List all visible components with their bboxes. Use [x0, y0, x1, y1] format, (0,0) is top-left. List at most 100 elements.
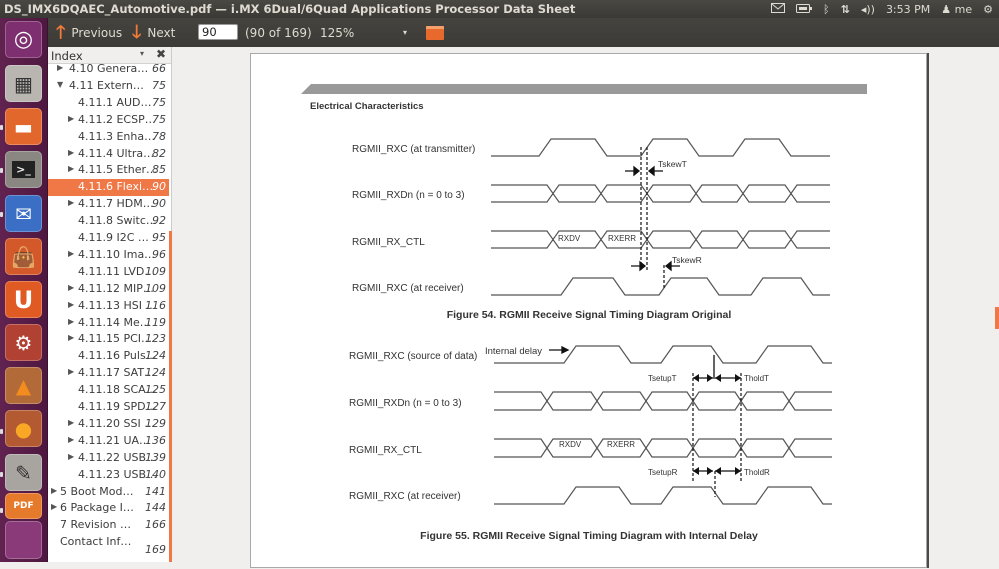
close-icon[interactable]: ✖ [156, 47, 166, 61]
page-count: (90 of 169) [245, 25, 312, 40]
index-item[interactable]: ▶ 4.11.20 SSI … 129 [48, 416, 169, 433]
folder-icon [426, 25, 444, 40]
expander-collapsed-icon[interactable]: ▶ [68, 333, 74, 342]
index-item-label: 4.11.20 SSI … [78, 416, 156, 430]
signal-label: RGMII_RX_CTL [349, 445, 422, 456]
expander-collapsed-icon[interactable]: ▶ [68, 164, 74, 173]
index-item[interactable]: ▶ 4.11.12 MIP… 109 [48, 281, 169, 298]
expander-collapsed-icon[interactable]: ▶ [57, 63, 63, 72]
launcher-ubuntu-one[interactable]: U [5, 281, 42, 318]
speaker-icon[interactable]: ◂)) [861, 3, 875, 16]
launcher-vlc[interactable]: ▲ [5, 367, 42, 404]
launcher-thunderbird[interactable]: ✉ [5, 195, 42, 232]
index-item[interactable]: 4.11.16 Puls… 124 [48, 348, 169, 365]
launcher-terminal[interactable]: >_ [5, 151, 42, 188]
index-item-label: 4.11.5 Ether… [78, 163, 158, 177]
index-item[interactable]: ▶ 4.11.15 PCI… 123 [48, 331, 169, 348]
next-label: Next [147, 25, 176, 40]
index-item[interactable]: 4.11.19 SPD… 127 [48, 399, 169, 416]
index-item-page: 95 [152, 231, 166, 244]
index-item[interactable]: ▶ 4.11.21 UA… 136 [48, 433, 169, 450]
zoom-select[interactable]: 125% ▾ [320, 18, 410, 47]
gear-power-icon[interactable]: ⚙ [983, 3, 993, 16]
index-item-label: 4.11.12 MIP… [78, 281, 154, 295]
index-item[interactable]: ▶ 6 Package I… 144 [48, 500, 169, 517]
expander-collapsed-icon[interactable]: ▶ [68, 283, 74, 292]
index-item-page: 96 [152, 247, 166, 261]
launcher-text-editor[interactable]: ✎ [5, 454, 42, 491]
sidebar-scrollbar[interactable] [169, 231, 172, 562]
index-item[interactable]: ▶ 4.11.10 Ima… 96 [48, 247, 169, 264]
shopping-bag-icon: 👜 [11, 244, 36, 269]
signal-name: RGMII_RXDn [352, 190, 413, 201]
launcher-system-settings[interactable]: ⚙ [5, 324, 42, 361]
expander-collapsed-icon[interactable]: ▶ [68, 249, 74, 258]
chevron-down-icon[interactable]: ▾ [140, 49, 144, 58]
launcher-calculator[interactable]: ▦ [5, 65, 42, 102]
clock-waveform [494, 486, 832, 505]
launcher-stacked-items[interactable] [5, 521, 42, 559]
expander-collapsed-icon[interactable]: ▶ [68, 114, 74, 123]
index-item[interactable]: 4.11.1 AUD… 75 [48, 95, 169, 112]
index-item[interactable]: ▶ 4.11.2 ECSP… 75 [48, 112, 169, 129]
bus-waveform-bottom [491, 238, 830, 249]
user-menu[interactable]: ♟ me [941, 3, 972, 16]
next-button[interactable]: 🡓 Next [132, 18, 175, 47]
index-item[interactable]: 4.11.18 SCA… 125 [48, 382, 169, 399]
expander-collapsed-icon[interactable]: ▶ [68, 300, 74, 309]
index-item[interactable]: Contact Inf… 169 [48, 534, 169, 556]
expander-collapsed-icon[interactable]: ▶ [68, 198, 74, 207]
page-number-input[interactable] [198, 24, 238, 40]
open-folder-button[interactable] [426, 18, 444, 47]
figure-54: RGMII_RXC (at transmitter) RGMII_RXDn (n … [352, 138, 830, 296]
expander-collapsed-icon[interactable]: ▶ [51, 486, 57, 495]
index-item[interactable]: 4.11.3 Enha… 78 [48, 129, 169, 146]
launcher-firefox[interactable]: ● [5, 410, 42, 447]
signal-label: RGMII_RXC (at transmitter) [352, 144, 475, 155]
index-item[interactable]: 4.11.8 Switc… 92 [48, 213, 169, 230]
index-item[interactable]: ▶ 4.11.5 Ether… 85 [48, 162, 169, 179]
thold-t-label: TholdT [744, 374, 769, 383]
envelope-icon[interactable] [771, 2, 785, 16]
previous-button[interactable]: 🡑 Previous [56, 18, 122, 47]
index-item[interactable]: 4.11.23 USB… 140 [48, 467, 169, 484]
expander-expanded-icon[interactable]: ▼ [57, 80, 63, 89]
expander-collapsed-icon[interactable]: ▶ [68, 367, 74, 376]
index-item[interactable]: ▶ 4.11.13 HSI … 116 [48, 298, 169, 315]
index-item[interactable]: ▶ 4.11.22 USB… 139 [48, 450, 169, 467]
index-item[interactable]: 7 Revision … 166 [48, 517, 169, 534]
index-item[interactable]: ▶ 4.10 Genera… 66 [48, 61, 169, 78]
expander-collapsed-icon[interactable]: ▶ [68, 418, 74, 427]
index-item[interactable]: ▶ 5 Boot Mod… 141 [48, 484, 169, 501]
index-item[interactable]: 4.11.9 I2C … 95 [48, 230, 169, 247]
firefox-icon: ● [14, 416, 33, 441]
index-item[interactable]: 4.11.6 Flexi… 90 [48, 179, 169, 197]
pdf-icon: PDF [13, 501, 34, 511]
index-item[interactable]: ▶ 4.11.17 SAT… 124 [48, 365, 169, 382]
battery-icon[interactable] [796, 3, 812, 16]
clock[interactable]: 3:53 PM [886, 3, 930, 16]
expander-collapsed-icon[interactable]: ▶ [68, 452, 74, 461]
expander-collapsed-icon[interactable]: ▶ [68, 317, 74, 326]
expander-collapsed-icon[interactable]: ▶ [68, 148, 74, 157]
launcher-pdf-viewer[interactable]: PDF [5, 493, 42, 519]
expander-collapsed-icon[interactable]: ▶ [51, 502, 57, 511]
index-item[interactable]: 4.11.11 LVD… 109 [48, 264, 169, 281]
launcher-dash-home[interactable]: ◎ [5, 21, 42, 58]
expander-collapsed-icon[interactable]: ▶ [68, 435, 74, 444]
index-item[interactable]: ▶ 4.11.4 Ultra… 82 [48, 146, 169, 163]
index-item[interactable]: ▶ 4.11.14 Me… 119 [48, 315, 169, 332]
launcher-software-center[interactable]: 👜 [5, 238, 42, 275]
index-item[interactable]: ▼ 4.11 Extern… 75 [48, 78, 169, 95]
index-item-label: 4.11.15 PCI… [78, 332, 153, 346]
viewer-scrollbar[interactable] [995, 307, 999, 329]
index-item-page: 140 [145, 467, 166, 481]
bluetooth-icon[interactable]: ᛒ [823, 3, 830, 16]
launcher-files[interactable]: ▬ [5, 108, 42, 145]
index-item-page: 123 [145, 332, 166, 346]
signal-name: RGMII_RXC [349, 491, 405, 502]
chevron-down-icon: ▾ [403, 28, 408, 37]
network-updown-icon[interactable]: ⇅ [841, 3, 850, 16]
index-item[interactable]: ▶ 4.11.7 HDM… 90 [48, 196, 169, 213]
index-item-page: 124 [145, 366, 166, 380]
